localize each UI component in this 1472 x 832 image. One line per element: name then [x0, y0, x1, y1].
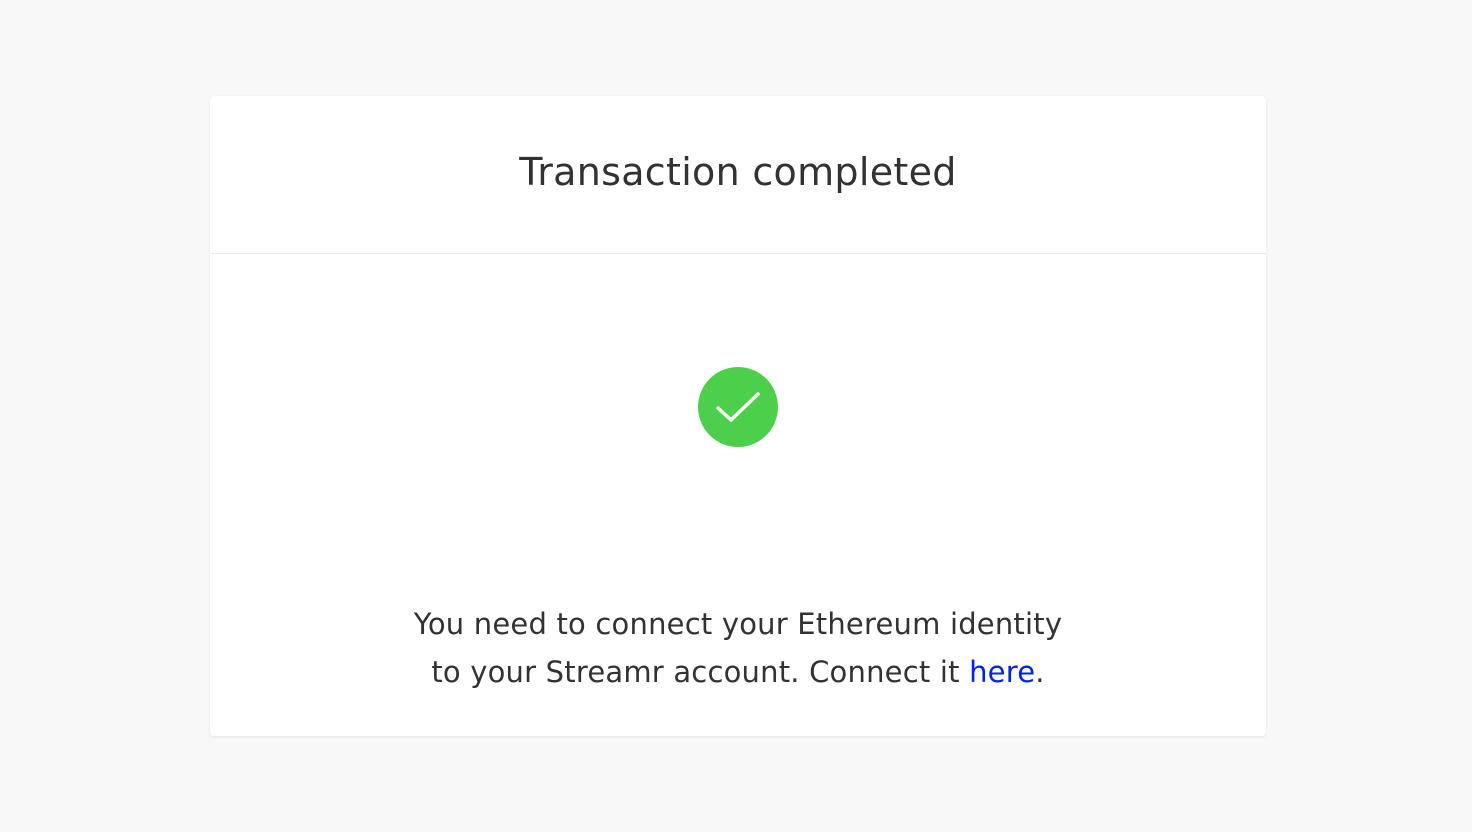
checkmark-circle-icon [698, 367, 778, 447]
dialog-title: Transaction completed [519, 149, 957, 194]
dialog-header: Transaction completed [210, 96, 1266, 254]
connect-here-link[interactable]: here [969, 655, 1035, 689]
transaction-dialog: Transaction completed You need to connec… [210, 96, 1266, 736]
message-line-2: to your Streamr account. Connect it here… [210, 648, 1266, 696]
message-line-1: You need to connect your Ethereum identi… [413, 607, 1063, 641]
connect-message: You need to connect your Ethereum identi… [210, 600, 1266, 696]
message-line-2-text: to your Streamr account. Connect it [431, 655, 970, 689]
message-period: . [1035, 655, 1045, 689]
dialog-body: You need to connect your Ethereum identi… [210, 254, 1266, 735]
